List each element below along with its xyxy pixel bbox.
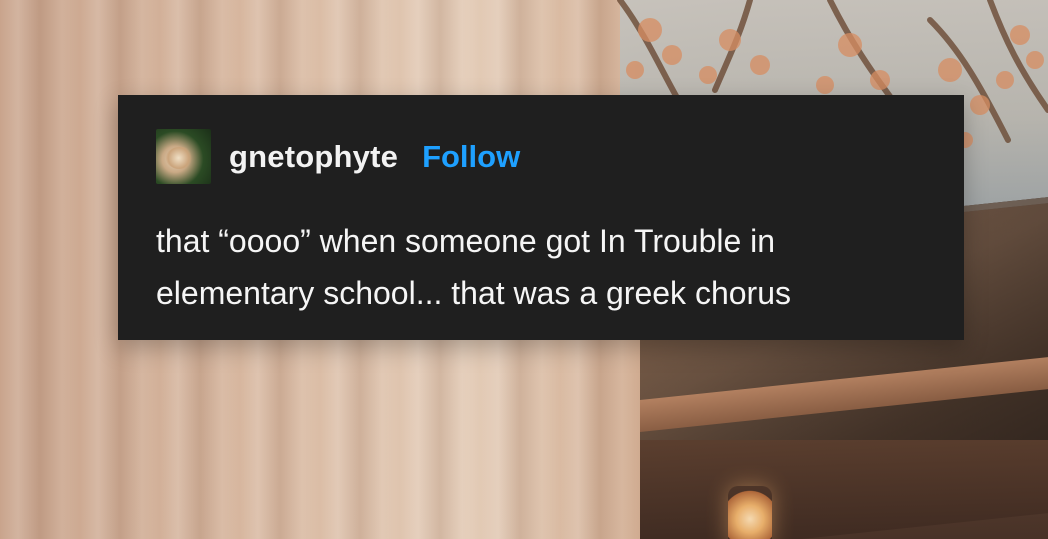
lamp-light bbox=[728, 486, 772, 539]
house-wall bbox=[640, 440, 1048, 539]
username[interactable]: gnetophyte bbox=[229, 139, 398, 175]
post-header: gnetophyte Follow bbox=[156, 129, 520, 184]
post-text-line-1: that “oooo” when someone got In Trouble … bbox=[156, 223, 776, 259]
follow-button[interactable]: Follow bbox=[422, 139, 520, 175]
avatar[interactable] bbox=[156, 129, 211, 184]
post-body: that “oooo” when someone got In Trouble … bbox=[156, 215, 946, 319]
post-card: gnetophyte Follow that “oooo” when someo… bbox=[118, 95, 964, 340]
background-photo: gnetophyte Follow that “oooo” when someo… bbox=[0, 0, 1048, 539]
post-text-line-2: elementary school... that was a greek ch… bbox=[156, 275, 791, 311]
